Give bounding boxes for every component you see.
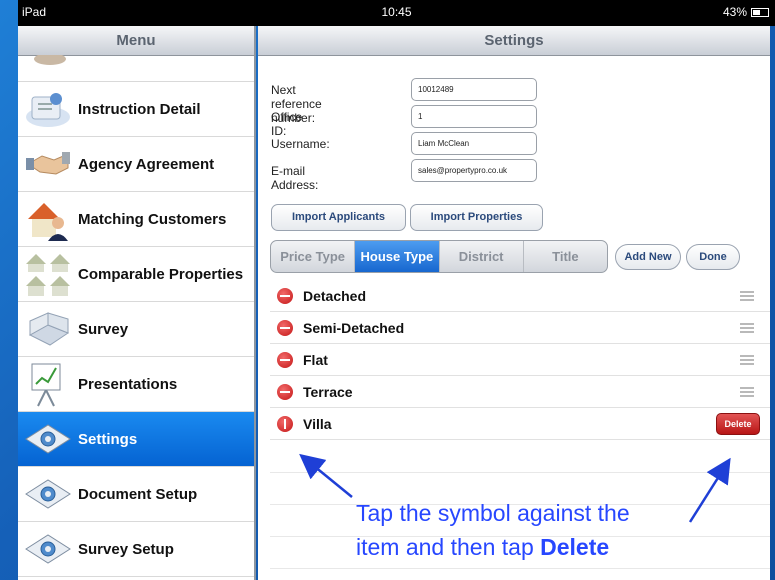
import-properties-button[interactable]: Import Properties	[410, 204, 543, 231]
segment-district[interactable]: District	[440, 241, 524, 272]
handshake-icon	[24, 142, 72, 186]
instruction-callout: Tap the symbol against the item and then…	[356, 496, 736, 564]
callout-line-2-text: item and then tap	[356, 534, 541, 560]
house-type-list: Detached Semi-Detached Flat Terrace Vill…	[270, 280, 770, 440]
sidebar: Menu Instruction Detail Agency Agreement…	[18, 26, 256, 580]
segment-title[interactable]: Title	[524, 241, 607, 272]
import-applicants-button[interactable]: Import Applicants	[271, 204, 406, 231]
reorder-handle-icon[interactable]	[740, 387, 754, 397]
sidebar-item-label: Settings	[78, 430, 138, 448]
list-item: Detached	[270, 280, 770, 312]
delete-control-icon[interactable]	[277, 384, 293, 400]
sidebar-item-label: Matching Customers	[78, 210, 227, 228]
list-item-label: Detached	[303, 288, 367, 304]
sidebar-item-survey[interactable]: Survey	[18, 302, 254, 357]
list-item-label: Terrace	[303, 384, 353, 400]
callout-line-1: Tap the symbol against the	[356, 500, 630, 526]
segment-house-type[interactable]: House Type	[355, 241, 440, 272]
sidebar-item-label: Survey Setup	[78, 540, 174, 558]
battery-indicator: 43%	[723, 5, 769, 19]
sidebar-item-survey-setup[interactable]: Survey Setup	[18, 522, 254, 577]
office-id-field[interactable]: 1	[411, 105, 537, 128]
empty-row-divider	[270, 568, 770, 569]
partial-icon	[24, 52, 72, 72]
list-item: Villa Delete	[270, 408, 770, 440]
instruction-icon	[24, 87, 72, 131]
empty-row-divider	[270, 472, 770, 473]
clock: 10:45	[381, 5, 412, 19]
list-item: Semi-Detached	[270, 312, 770, 344]
field-label: Office ID:	[271, 110, 303, 138]
type-segmented-control: Price Type House Type District Title	[270, 240, 608, 273]
sidebar-item-label: Survey	[78, 320, 129, 338]
sidebar-item-label: Presentations	[78, 375, 178, 393]
sidebar-item-label: Comparable Properties	[78, 265, 244, 283]
callout-line-2: item and then tap Delete	[356, 530, 736, 564]
list-item: Flat	[270, 344, 770, 376]
list-item: Terrace	[270, 376, 770, 408]
email-field[interactable]: sales@propertypro.co.uk	[411, 159, 537, 182]
sidebar-item-document-setup[interactable]: Document Setup	[18, 467, 254, 522]
settings-icon	[24, 527, 72, 571]
sidebar-item-partial[interactable]	[18, 54, 254, 82]
sidebar-item-label: Agency Agreement	[78, 155, 215, 173]
status-bar: iPad 10:45 43%	[18, 0, 775, 26]
field-label: Username:	[271, 137, 330, 151]
username-field[interactable]: Liam McClean	[411, 132, 537, 155]
done-button[interactable]: Done	[686, 244, 740, 270]
sidebar-item-presentations[interactable]: Presentations	[18, 357, 254, 412]
sidebar-item-settings[interactable]: Settings	[18, 412, 254, 467]
sidebar-item-label: Instruction Detail	[78, 100, 201, 118]
delete-button[interactable]: Delete	[716, 413, 760, 435]
sidebar-item-instruction-detail[interactable]: Instruction Detail	[18, 82, 254, 137]
reorder-handle-icon[interactable]	[740, 323, 754, 333]
segment-price-type[interactable]: Price Type	[271, 241, 356, 272]
sidebar-item-comparable-properties[interactable]: Comparable Properties	[18, 247, 254, 302]
reference-number-field[interactable]: 10012489	[411, 78, 537, 101]
reorder-handle-icon[interactable]	[740, 291, 754, 301]
room-plan-icon	[24, 307, 72, 351]
house-person-icon	[24, 197, 72, 241]
list-item-label: Villa	[303, 416, 332, 432]
battery-percent: 43%	[722, 5, 747, 19]
settings-icon	[24, 417, 72, 461]
houses-icon	[24, 252, 72, 296]
sidebar-item-agency-agreement[interactable]: Agency Agreement	[18, 137, 254, 192]
delete-control-icon[interactable]	[277, 320, 293, 336]
sidebar-item-label: Document Setup	[78, 485, 198, 503]
list-item-label: Semi-Detached	[303, 320, 405, 336]
battery-icon	[751, 7, 769, 17]
page-title: Settings	[258, 26, 770, 56]
add-new-button[interactable]: Add New	[615, 244, 681, 270]
sidebar-item-matching-customers[interactable]: Matching Customers	[18, 192, 254, 247]
delete-control-icon[interactable]	[277, 288, 293, 304]
settings-icon	[24, 472, 72, 516]
list-item-label: Flat	[303, 352, 328, 368]
callout-delete-word: Delete	[540, 534, 610, 560]
reorder-handle-icon[interactable]	[740, 355, 754, 365]
delete-control-icon[interactable]	[277, 352, 293, 368]
delete-control-icon[interactable]	[277, 416, 293, 432]
field-label: E-mail Address:	[271, 164, 319, 192]
easel-chart-icon	[24, 362, 72, 407]
